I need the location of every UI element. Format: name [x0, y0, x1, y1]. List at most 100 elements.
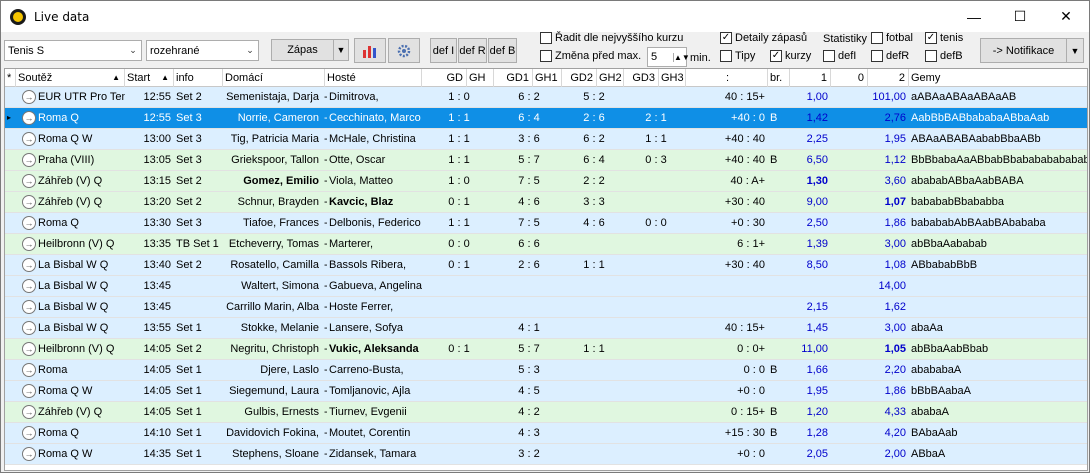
detaily-checkbox[interactable]: ✓ Detaily zápasů: [720, 32, 807, 44]
cell-g: 1 : 1: [448, 217, 470, 229]
open-match-icon[interactable]: →: [22, 363, 36, 377]
col-header-gd3[interactable]: GD3: [624, 69, 659, 87]
close-button[interactable]: ✕: [1043, 1, 1089, 32]
tenis-checkbox[interactable]: ✓ tenis: [925, 32, 963, 44]
col-header-br[interactable]: br.: [768, 69, 790, 87]
col-header-soutez[interactable]: Soutěž ▲: [16, 69, 125, 87]
cell-info: Set 2: [176, 175, 202, 187]
open-match-icon[interactable]: →: [22, 321, 36, 335]
filter-select[interactable]: rozehrané ⌄: [146, 40, 259, 61]
open-match-icon[interactable]: →: [22, 405, 36, 419]
open-match-icon[interactable]: →: [22, 279, 36, 293]
col-header-gd[interactable]: GD: [422, 69, 467, 87]
zapas-dropdown-button[interactable]: ▼: [333, 39, 349, 61]
table-row[interactable]: →Roma Q W14:35Set 1Stephens, Sloane-Zida…: [5, 444, 1087, 465]
col-header-gd1[interactable]: GD1: [494, 69, 533, 87]
col-header-gemy[interactable]: Gemy: [909, 69, 1087, 87]
sport-select[interactable]: Tenis S ⌄: [4, 40, 142, 61]
open-match-icon[interactable]: →: [22, 90, 36, 104]
defb-checkbox[interactable]: defB: [925, 50, 963, 62]
col-header-info[interactable]: info: [174, 69, 223, 87]
col-header-gd2[interactable]: GD2: [562, 69, 597, 87]
cell-k1: 1,30: [806, 175, 828, 187]
table-row[interactable]: →Roma Q13:30Set 3Tiafoe, Frances-Delboni…: [5, 213, 1087, 234]
col-header-k2[interactable]: 2: [868, 69, 909, 87]
table-row[interactable]: →La Bisbal W Q13:45Waltert, Simona-Gabue…: [5, 276, 1087, 297]
open-match-icon[interactable]: →: [22, 153, 36, 167]
table-row[interactable]: → Praha (VIII) 13:05 Set 3 Griekspoor, Tallo…: [5, 150, 1087, 171]
cell-k0: [831, 87, 868, 107]
table-row[interactable]: →Záhřeb (V) Q13:15Set 2Gomez, Emilio-Vio…: [5, 171, 1087, 192]
open-match-icon[interactable]: →: [22, 384, 36, 398]
notifikace-dropdown-button[interactable]: ▼: [1066, 38, 1084, 63]
open-match-icon[interactable]: →: [22, 300, 36, 314]
col-header-hoste[interactable]: Hosté: [325, 69, 422, 87]
cell-g2: 4 : 6: [583, 217, 605, 229]
col-header-k0[interactable]: 0: [831, 69, 868, 87]
stepper-arrows-icon[interactable]: ▲▼: [673, 52, 690, 62]
triangle-down-icon: ▼: [336, 45, 346, 55]
col-header-score[interactable]: :: [686, 69, 768, 87]
defi-checkbox[interactable]: defI: [823, 50, 856, 62]
sort-checkbox[interactable]: Řadit dle nejvyššího kurzu: [540, 32, 683, 44]
table-row[interactable]: ▸→Roma Q12:55Set 3Norrie, Cameron-Cecchi…: [5, 108, 1087, 129]
table-row[interactable]: → La Bisbal W Q 13:40 Set 2 Rosatello, Camil…: [5, 255, 1087, 276]
table-row[interactable]: →Záhřeb (V) Q14:05Set 1Gulbis, Ernests-T…: [5, 402, 1087, 423]
col-header-k1[interactable]: 1: [790, 69, 831, 87]
table-row[interactable]: →La Bisbal W Q13:45Carrillo Marin, Alba-…: [5, 297, 1087, 318]
open-match-icon[interactable]: →: [22, 216, 36, 230]
col-header-domaci[interactable]: Domácí: [223, 69, 325, 87]
minimize-button[interactable]: —: [951, 1, 997, 32]
open-match-icon[interactable]: →: [22, 111, 36, 125]
col-header-gh[interactable]: GH: [467, 69, 494, 87]
open-match-icon[interactable]: →: [22, 132, 36, 146]
col-header-star[interactable]: *: [5, 69, 16, 87]
table-row[interactable]: → Heilbronn (V) Q 13:35 TB Set 1 Etcheverry,…: [5, 234, 1087, 255]
open-match-icon[interactable]: →: [22, 195, 36, 209]
cell-g1: 7 : 5: [518, 175, 540, 187]
def-r-button[interactable]: def R: [458, 38, 487, 63]
zapas-button[interactable]: Zápas: [271, 39, 334, 61]
col-header-start[interactable]: Start ▲: [125, 69, 174, 87]
open-match-icon[interactable]: →: [22, 447, 36, 461]
fotbal-checkbox[interactable]: fotbal: [871, 32, 913, 44]
table-row[interactable]: →La Bisbal W Q13:55Set 1Stokke, Melanie-…: [5, 318, 1087, 339]
cell-g2: [562, 402, 624, 422]
kurzy-checkbox[interactable]: ✓ kurzy: [770, 50, 811, 62]
cell-start: 13:20: [143, 196, 171, 208]
notifikace-button[interactable]: -> Notifikace: [980, 38, 1067, 63]
def-i-button[interactable]: def I: [430, 38, 457, 63]
cell-k1: 1,66: [806, 364, 828, 376]
gear-icon: [397, 44, 411, 57]
tipy-checkbox[interactable]: Tipy: [720, 50, 755, 62]
col-header-gh2[interactable]: GH2: [597, 69, 624, 87]
table-row[interactable]: →Roma14:05Set 1Djere, Laslo-Carreno-Bust…: [5, 360, 1087, 381]
open-match-icon[interactable]: →: [22, 258, 36, 272]
change-minutes-stepper[interactable]: 5 ▲▼: [647, 47, 690, 67]
table-row[interactable]: →Roma Q W13:00Set 3Tig, Patricia Maria-M…: [5, 129, 1087, 150]
defr-checkbox[interactable]: defR: [871, 50, 909, 62]
table-row[interactable]: → Heilbronn (V) Q 14:05 Set 2 Negritu, Chris…: [5, 339, 1087, 360]
table-row[interactable]: →Roma Q14:10Set 1Davidovich Fokina,-Mout…: [5, 423, 1087, 444]
cell-g3: 0 : 0: [645, 217, 667, 229]
settings-button[interactable]: [388, 38, 420, 63]
cell-k0: [831, 213, 868, 233]
col-header-gh1[interactable]: GH1: [533, 69, 562, 87]
def-b-button[interactable]: def B: [488, 38, 517, 63]
cell-k1: 1,42: [806, 112, 828, 124]
table-row[interactable]: → EUR UTR Pro Teni 12:55 Set 2 Semenistaja, …: [5, 87, 1087, 108]
cell-soutez: Záhřeb (V) Q: [38, 175, 103, 187]
open-match-icon[interactable]: →: [22, 174, 36, 188]
change-checkbox[interactable]: Změna před max.: [540, 50, 641, 62]
table-row[interactable]: →Záhřeb (V) Q13:20Set 2Schnur, Brayden-K…: [5, 192, 1087, 213]
open-match-icon[interactable]: →: [22, 426, 36, 440]
cell-g: [422, 402, 494, 422]
cell-k1: 2,15: [806, 301, 828, 313]
chart-button[interactable]: [354, 38, 386, 63]
cell-br: [768, 171, 790, 191]
maximize-button[interactable]: ☐: [997, 1, 1043, 32]
open-match-icon[interactable]: →: [22, 342, 36, 356]
col-header-gh3[interactable]: GH3: [659, 69, 686, 87]
open-match-icon[interactable]: →: [22, 237, 36, 251]
table-row[interactable]: →Roma Q W14:05Set 1Siegemund, Laura-Toml…: [5, 381, 1087, 402]
